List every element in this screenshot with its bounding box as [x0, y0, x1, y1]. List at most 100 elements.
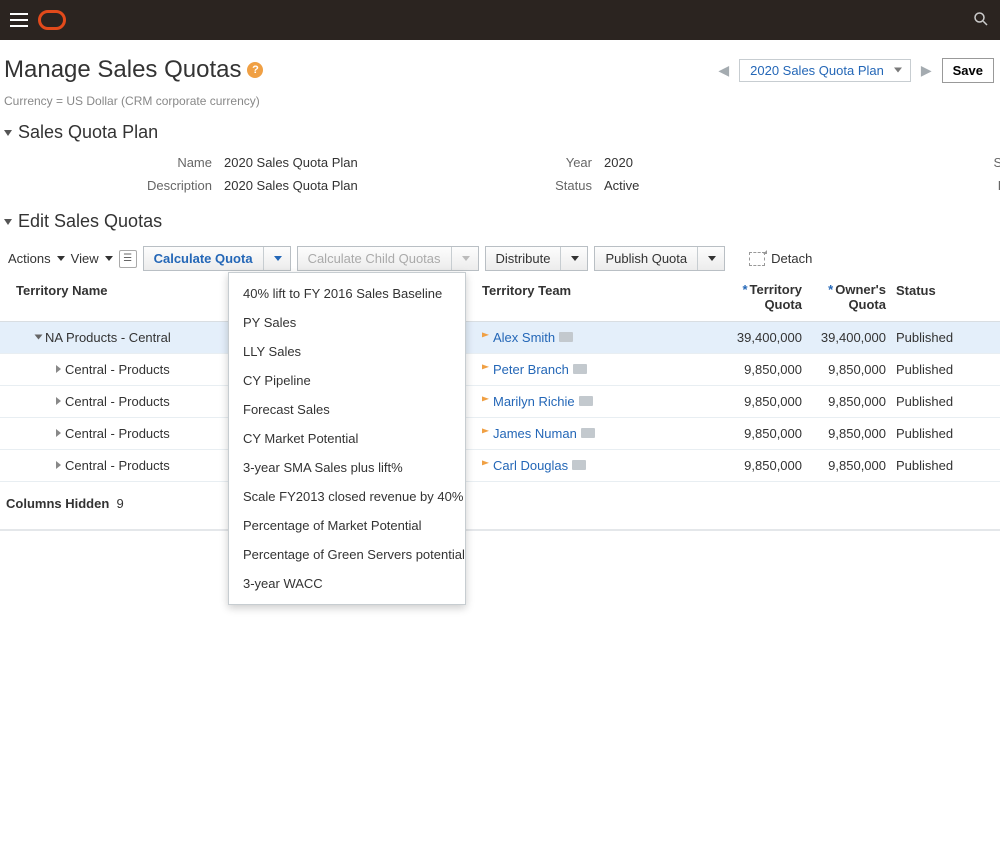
team-owner-link[interactable]: Peter Branch: [482, 362, 710, 377]
calc-menu-item[interactable]: LLY Sales: [229, 337, 465, 366]
flag-icon: [482, 364, 489, 374]
table-row[interactable]: Central - Products Carl Douglas 9,850,0009…: [0, 450, 1000, 482]
team-owner-name: Peter Branch: [493, 362, 569, 377]
distribute-button[interactable]: Distribute: [485, 246, 589, 271]
calc-menu-item[interactable]: 3-year WACC: [229, 569, 465, 598]
plan-section-header[interactable]: Sales Quota Plan: [0, 118, 1000, 151]
owner-quota: 9,850,000: [802, 426, 886, 441]
calc-menu-item[interactable]: CY Market Potential: [229, 424, 465, 453]
columns-hidden-count: 9: [117, 496, 124, 511]
territory-quota: 9,850,000: [710, 458, 802, 473]
calculate-quota-dropdown[interactable]: [263, 247, 290, 270]
plan-section-title: Sales Quota Plan: [18, 122, 158, 143]
calc-menu-item[interactable]: CY Pipeline: [229, 366, 465, 395]
plan-next-icon[interactable]: ▶: [917, 62, 936, 79]
app-topbar: [0, 0, 1000, 40]
territory-name: Central - Products: [65, 394, 170, 409]
collapse-icon[interactable]: [4, 130, 12, 136]
caret-down-icon: [571, 256, 579, 261]
plan-selector[interactable]: 2020 Sales Quota Plan: [739, 59, 911, 82]
distribute-dropdown[interactable]: [560, 247, 587, 270]
team-owner-name: James Numan: [493, 426, 577, 441]
detach-icon: [749, 252, 765, 266]
caret-down-icon: [105, 256, 113, 261]
th-territory-quota: *Territory Quota: [710, 283, 802, 313]
required-star: *: [742, 282, 747, 297]
territory-quota: 9,850,000: [710, 394, 802, 409]
format-icon[interactable]: ☰: [119, 250, 137, 268]
org-icon: [579, 396, 593, 406]
flag-icon: [482, 460, 489, 470]
publish-dropdown[interactable]: [697, 247, 724, 270]
view-menu[interactable]: View: [71, 251, 113, 266]
team-owner-link[interactable]: Carl Douglas: [482, 458, 710, 473]
edit-section-title: Edit Sales Quotas: [18, 211, 162, 232]
label-end: End Date: [944, 178, 1000, 193]
menu-icon[interactable]: [10, 13, 28, 27]
flag-icon: [482, 428, 489, 438]
label-year: Year: [484, 155, 604, 170]
table-row[interactable]: Central - Products Marilyn Richie 9,850,00…: [0, 386, 1000, 418]
calc-menu-item[interactable]: Percentage of Market Potential: [229, 511, 465, 540]
publish-button[interactable]: Publish Quota: [594, 246, 725, 271]
calculate-child-label: Calculate Child Quotas: [298, 247, 451, 270]
territory-name: Central - Products: [65, 426, 170, 441]
team-owner-name: Marilyn Richie: [493, 394, 575, 409]
territory-name: Central - Products: [65, 458, 170, 473]
save-button[interactable]: Save: [942, 58, 994, 83]
view-label: View: [71, 251, 99, 266]
columns-hidden-label: Columns Hidden: [6, 496, 109, 511]
expand-closed-icon[interactable]: [56, 365, 61, 373]
calc-menu-item[interactable]: 40% lift to FY 2016 Sales Baseline: [229, 279, 465, 308]
help-icon[interactable]: ?: [247, 62, 263, 78]
owner-quota: 9,850,000: [802, 362, 886, 377]
label-status: Status: [484, 178, 604, 193]
expand-closed-icon[interactable]: [56, 397, 61, 405]
footer-separator: [0, 529, 1000, 531]
table-header: Territory Name Territory Team *Territory…: [0, 275, 1000, 322]
calculate-quota-button[interactable]: Calculate Quota: [143, 246, 291, 271]
expand-closed-icon[interactable]: [56, 461, 61, 469]
value-name: 2020 Sales Quota Plan: [224, 155, 484, 170]
actions-menu[interactable]: Actions: [8, 251, 65, 266]
table-row[interactable]: NA Products - Central Alex Smith 39,400,00…: [0, 322, 1000, 354]
team-owner-name: Carl Douglas: [493, 458, 568, 473]
table-row[interactable]: Central - ProductsPeter Branch9,850,0009…: [0, 354, 1000, 386]
calc-menu-item[interactable]: 3-year SMA Sales plus lift%: [229, 453, 465, 482]
table-row[interactable]: Central - Products James Numan 9,850,0009,…: [0, 418, 1000, 450]
team-owner-link[interactable]: James Numan: [482, 426, 710, 441]
owner-quota: 9,850,000: [802, 458, 886, 473]
required-star: *: [828, 282, 833, 297]
owner-quota: 39,400,000: [802, 330, 886, 345]
page-header: Manage Sales Quotas ? ◀ 2020 Sales Quota…: [0, 40, 1000, 94]
status-value: Published: [886, 362, 966, 377]
plan-prev-icon[interactable]: ◀: [714, 62, 733, 79]
calculate-quota-menu: 40% lift to FY 2016 Sales BaselinePY Sal…: [228, 272, 466, 605]
calculate-child-button[interactable]: Calculate Child Quotas: [297, 246, 479, 271]
expand-open-icon[interactable]: [35, 335, 43, 340]
detach-button[interactable]: Detach: [749, 251, 812, 266]
team-owner-link[interactable]: Marilyn Richie: [482, 394, 710, 409]
edit-section-header[interactable]: Edit Sales Quotas: [0, 207, 1000, 240]
territory-quota: 9,850,000: [710, 426, 802, 441]
territory-name: NA Products - Central: [45, 330, 171, 345]
value-status: Active: [604, 178, 744, 193]
search-icon[interactable]: [972, 10, 990, 31]
team-owner-link[interactable]: Alex Smith: [482, 330, 710, 345]
columns-hidden: Columns Hidden 9: [0, 482, 1000, 525]
table-body: NA Products - Central Alex Smith 39,400,00…: [0, 322, 1000, 482]
page-title: Manage Sales Quotas: [4, 56, 241, 84]
calc-menu-item[interactable]: Scale FY2013 closed revenue by 40%: [229, 482, 465, 511]
caret-down-icon: [462, 256, 470, 261]
expand-closed-icon[interactable]: [56, 429, 61, 437]
calc-menu-item[interactable]: Percentage of Green Servers potential: [229, 540, 465, 569]
calc-menu-item[interactable]: Forecast Sales: [229, 395, 465, 424]
caret-down-icon: [274, 256, 282, 261]
calculate-child-dropdown[interactable]: [451, 247, 478, 270]
flag-icon: [482, 332, 489, 342]
caret-down-icon: [708, 256, 716, 261]
label-start: Start Date: [944, 155, 1000, 170]
collapse-icon[interactable]: [4, 219, 12, 225]
plan-selector-label: 2020 Sales Quota Plan: [750, 63, 884, 78]
calc-menu-item[interactable]: PY Sales: [229, 308, 465, 337]
